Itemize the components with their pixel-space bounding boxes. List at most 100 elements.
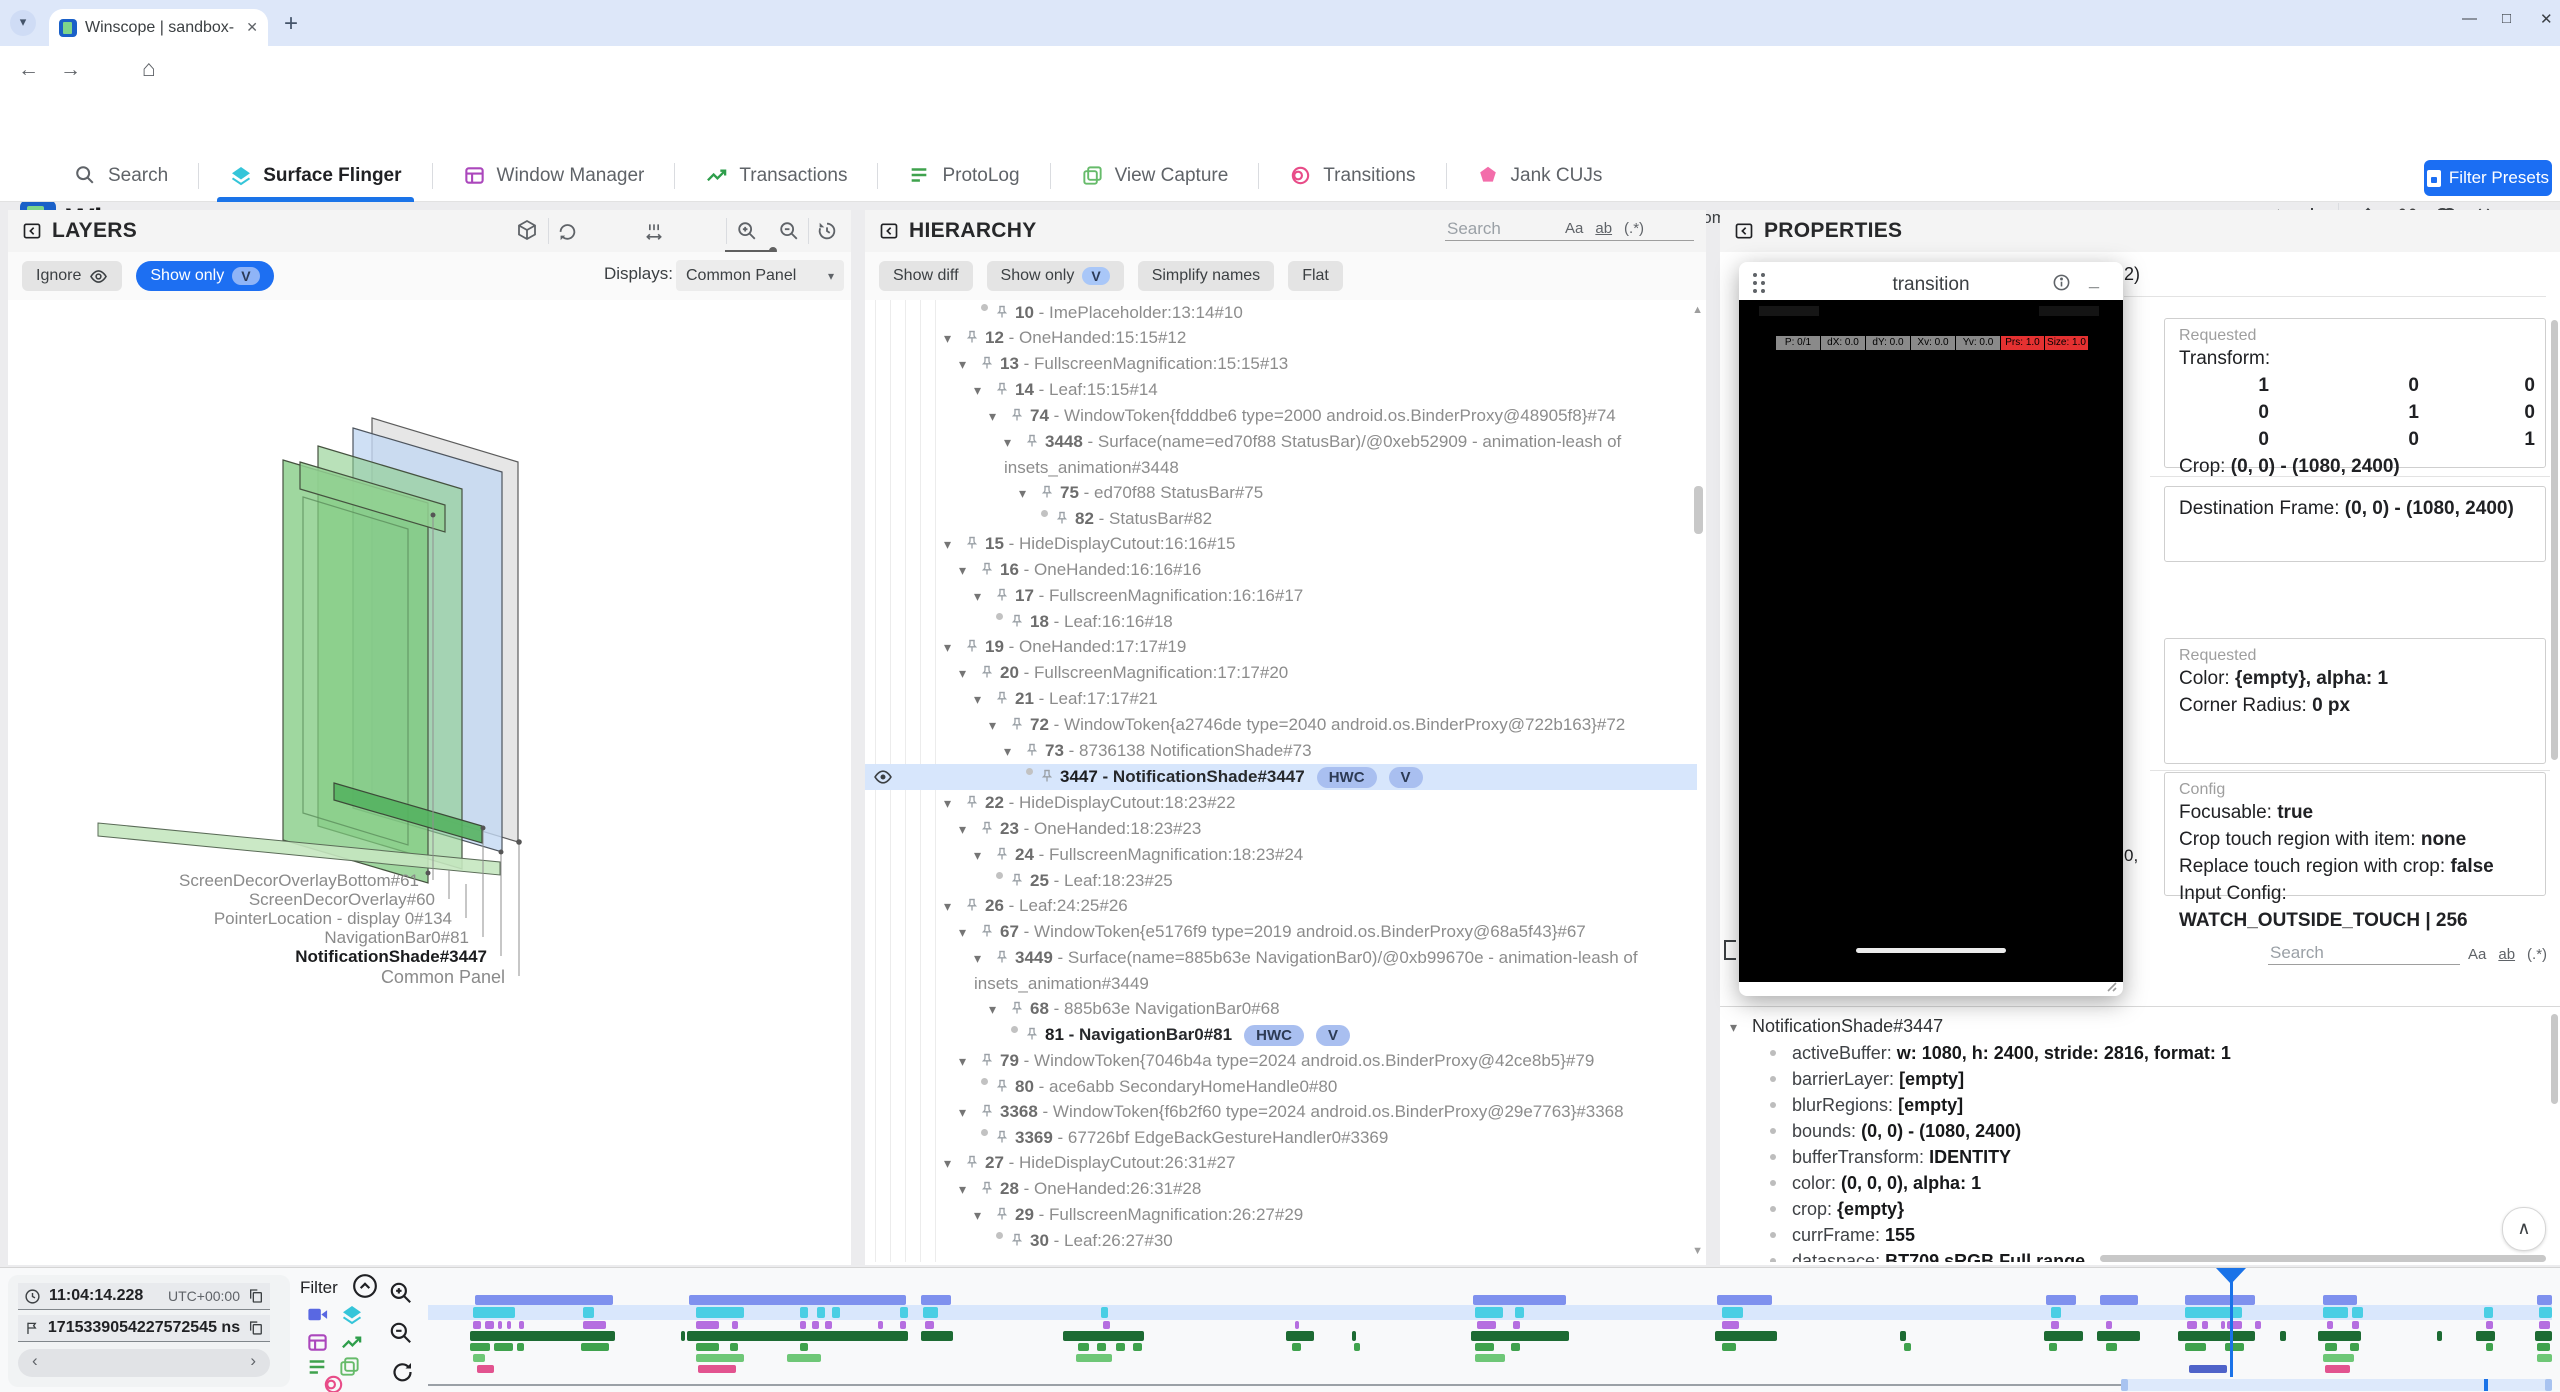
zoom-in-icon[interactable] bbox=[736, 220, 758, 242]
tree-row-67[interactable]: ▾67 - WindowToken{e5176f9 type=2019 andr… bbox=[865, 919, 1697, 945]
tree-row-80[interactable]: 80 - ace6abb SecondaryHomeHandle0#80 bbox=[865, 1074, 1697, 1099]
property-item[interactable]: barrierLayer: [empty] bbox=[1720, 1066, 2550, 1092]
screen-recording-event[interactable] bbox=[2046, 1295, 2076, 1305]
tab-transactions[interactable]: Transactions bbox=[675, 150, 877, 202]
3d-view-cube-icon[interactable] bbox=[515, 219, 539, 243]
expand-caret-icon[interactable]: ▾ bbox=[1004, 430, 1024, 455]
surface-flinger-event[interactable] bbox=[800, 1307, 808, 1318]
window-manager-event[interactable] bbox=[900, 1321, 906, 1329]
chart-trace-icon[interactable] bbox=[340, 1331, 363, 1354]
protolog-event[interactable] bbox=[2325, 1343, 2338, 1351]
window-manager-event[interactable] bbox=[2106, 1321, 2112, 1329]
pin-icon[interactable] bbox=[1024, 1026, 1045, 1043]
protolog-event[interactable] bbox=[581, 1343, 609, 1351]
expand-caret-icon[interactable]: ▾ bbox=[959, 1049, 979, 1074]
tree-row-22[interactable]: ▾22 - HideDisplayCutout:18:23#22 bbox=[865, 790, 1697, 816]
timeline-zoom-out-icon[interactable] bbox=[388, 1320, 414, 1346]
expand-caret-icon[interactable]: ▾ bbox=[944, 791, 964, 816]
surface-flinger-event[interactable] bbox=[696, 1307, 745, 1318]
transactions-event[interactable] bbox=[2476, 1331, 2495, 1341]
layer-label[interactable]: NotificationShade#3447 bbox=[8, 947, 487, 967]
protolog-event[interactable] bbox=[1354, 1343, 1360, 1351]
protolog-event[interactable] bbox=[470, 1343, 489, 1351]
pin-icon[interactable] bbox=[1009, 1000, 1030, 1017]
sf-trace-icon[interactable] bbox=[340, 1303, 364, 1327]
tree-row-21[interactable]: ▾21 - Leaf:17:17#21 bbox=[865, 686, 1697, 712]
screen-recording-event[interactable] bbox=[2185, 1295, 2255, 1305]
surface-flinger-event[interactable] bbox=[1722, 1307, 1743, 1318]
timeline-reset-zoom-icon[interactable] bbox=[390, 1360, 414, 1384]
window-minimize-icon[interactable]: — bbox=[2462, 10, 2477, 27]
transactions-event[interactable] bbox=[2437, 1331, 2441, 1341]
tree-row-81[interactable]: 81 - NavigationBar0#81HWCV bbox=[865, 1022, 1697, 1048]
regex-icon[interactable]: (.*) bbox=[2527, 946, 2547, 963]
transition-preview-window[interactable]: transition _ P: 0/1dX: 0.0dY: 0.0Xv: 0.0… bbox=[1739, 262, 2123, 996]
layers-3d-canvas[interactable]: ScreenDecorOverlayBottom#61ScreenDecorOv… bbox=[8, 300, 851, 1265]
tree-row-18[interactable]: 18 - Leaf:16:16#18 bbox=[865, 609, 1697, 634]
protolog-event[interactable] bbox=[1097, 1343, 1105, 1351]
screen-recording-event[interactable] bbox=[689, 1295, 906, 1305]
tab-window-manager[interactable]: Window Manager bbox=[433, 150, 675, 202]
spacing-icon[interactable] bbox=[644, 220, 664, 242]
view-capture-event[interactable] bbox=[473, 1354, 486, 1362]
window-manager-event[interactable] bbox=[925, 1321, 933, 1329]
protolog-event[interactable] bbox=[730, 1343, 738, 1351]
videocam-trace-icon[interactable] bbox=[306, 1303, 329, 1326]
transitions-event[interactable] bbox=[2189, 1365, 2227, 1373]
pin-icon[interactable] bbox=[994, 587, 1015, 604]
surface-flinger-event[interactable] bbox=[2484, 1307, 2492, 1318]
pin-icon[interactable] bbox=[964, 794, 985, 811]
window-manager-event[interactable] bbox=[825, 1321, 831, 1329]
current-properties-scrollbar[interactable] bbox=[2551, 1014, 2558, 1104]
window-manager-event[interactable] bbox=[1477, 1321, 1496, 1329]
screen-recording-event[interactable] bbox=[475, 1295, 613, 1305]
transactions-event[interactable] bbox=[2318, 1331, 2360, 1341]
window-maximize-icon[interactable]: □ bbox=[2502, 10, 2511, 27]
protolog-event[interactable] bbox=[1133, 1343, 1141, 1351]
forward-icon[interactable]: → bbox=[60, 58, 81, 82]
tree-row-14[interactable]: ▾14 - Leaf:15:15#14 bbox=[865, 377, 1697, 403]
surface-flinger-event[interactable] bbox=[1475, 1307, 1503, 1318]
pin-icon[interactable] bbox=[979, 820, 1000, 837]
pin-icon[interactable] bbox=[979, 923, 1000, 940]
expand-caret-icon[interactable]: ▾ bbox=[974, 843, 994, 868]
window-manager-event[interactable] bbox=[2221, 1321, 2225, 1329]
surface-flinger-event[interactable] bbox=[2051, 1307, 2062, 1318]
tree-row-3448[interactable]: ▾3448 - Surface(name=ed70f88 StatusBar)/… bbox=[865, 429, 1697, 480]
transitions-event[interactable] bbox=[477, 1365, 494, 1373]
transactions-event[interactable] bbox=[687, 1331, 908, 1341]
layer-label[interactable]: NavigationBar0#81 bbox=[8, 928, 469, 948]
tree-row-68[interactable]: ▾68 - 885b63e NavigationBar0#68 bbox=[865, 996, 1697, 1022]
protolog-event[interactable] bbox=[800, 1343, 808, 1351]
window-manager-event[interactable] bbox=[2187, 1321, 2198, 1329]
property-item[interactable]: blurRegions: [empty] bbox=[1720, 1092, 2550, 1118]
window-manager-event[interactable] bbox=[732, 1321, 738, 1329]
tree-row-17[interactable]: ▾17 - FullscreenMagnification:16:16#17 bbox=[865, 583, 1697, 609]
zoom-out-icon[interactable] bbox=[778, 220, 800, 242]
property-item[interactable]: currFrame: 155 bbox=[1720, 1222, 2550, 1248]
screen-recording-event[interactable] bbox=[2100, 1295, 2138, 1305]
tree-row-13[interactable]: ▾13 - FullscreenMagnification:15:15#13 bbox=[865, 351, 1697, 377]
surface-flinger-event[interactable] bbox=[1101, 1307, 1107, 1318]
window-manager-event[interactable] bbox=[485, 1321, 493, 1329]
expand-caret-icon[interactable]: ▾ bbox=[944, 1151, 964, 1176]
expand-caret-icon[interactable]: ▾ bbox=[959, 817, 979, 842]
tree-row-16[interactable]: ▾16 - OneHanded:16:16#16 bbox=[865, 557, 1697, 583]
pin-icon[interactable] bbox=[1009, 716, 1030, 733]
scroll-down-arrow[interactable]: ▼ bbox=[1692, 1245, 1703, 1257]
surface-flinger-event[interactable] bbox=[900, 1307, 908, 1318]
scroll-up-arrow[interactable]: ▲ bbox=[1692, 304, 1703, 316]
current-properties-search-input[interactable] bbox=[2268, 942, 2460, 965]
surface-flinger-event[interactable] bbox=[2323, 1307, 2348, 1318]
copy-icon[interactable] bbox=[248, 1320, 264, 1336]
protolog-event[interactable] bbox=[696, 1343, 719, 1351]
tree-row-19[interactable]: ▾19 - OneHanded:17:17#19 bbox=[865, 634, 1697, 660]
transactions-event[interactable] bbox=[2097, 1331, 2139, 1341]
step-back-icon[interactable]: ‹ bbox=[32, 1351, 38, 1371]
view-capture-event[interactable] bbox=[2537, 1354, 2552, 1362]
window-manager-event[interactable] bbox=[583, 1321, 606, 1329]
transactions-event[interactable] bbox=[470, 1331, 614, 1341]
tab-view-capture[interactable]: View Capture bbox=[1051, 150, 1259, 202]
tab-protolog[interactable]: ProtoLog bbox=[878, 150, 1049, 202]
view-capture-event[interactable] bbox=[2323, 1354, 2355, 1362]
